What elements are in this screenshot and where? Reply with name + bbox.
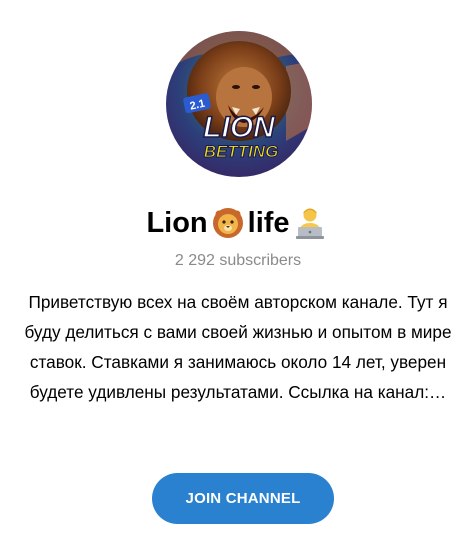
avatar-text-lion: LION [203,111,276,144]
channel-description: Приветствую всех на своём авторском кана… [24,292,452,402]
channel-name-part2: life [247,207,290,239]
avatar-text-betting: BETTING [204,142,279,161]
technologist-icon [293,206,327,240]
channel-card: 2.1 LION BETTING Lion life 2 292 subscri… [0,0,476,534]
channel-name-part1: Lion [146,207,208,239]
subscriber-count: 2 292 subscribers [174,252,302,269]
channel-avatar: 2.1 LION BETTING [166,31,312,177]
channel-title: Lion life [0,203,476,243]
lion-face-icon [211,206,245,240]
join-channel-button[interactable]: JOIN CHANNEL [152,473,334,524]
